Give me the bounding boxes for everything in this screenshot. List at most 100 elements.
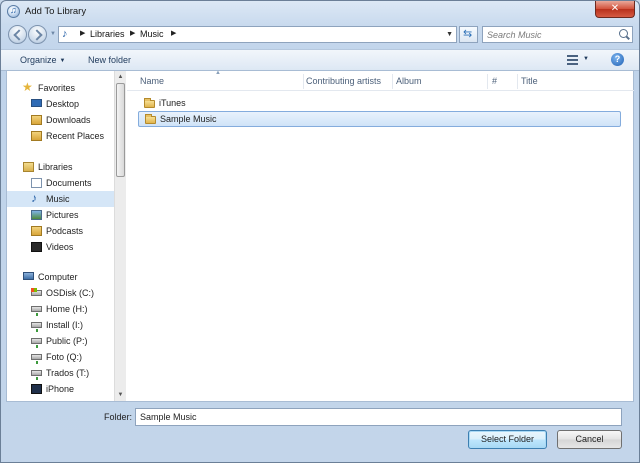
nav-drive-t-label: Trados (T:) [46, 368, 90, 378]
column-divider[interactable] [392, 74, 393, 89]
search-box[interactable] [482, 26, 633, 43]
breadcrumb-separator-icon[interactable]: ▶ [130, 29, 135, 37]
navigation-pane: Favorites Desktop Downloads Recent Place… [7, 71, 114, 401]
views-icon[interactable] [567, 55, 578, 65]
nav-documents-label: Documents [46, 178, 92, 188]
scrollbar-thumb[interactable] [116, 83, 125, 177]
nav-pictures[interactable]: Pictures [7, 207, 114, 223]
itunes-app-icon [7, 5, 20, 18]
nav-iphone[interactable]: iPhone [7, 381, 114, 397]
nav-computer[interactable]: Computer [7, 269, 114, 285]
nav-drive-t[interactable]: Trados (T:) [7, 365, 114, 381]
nav-pictures-label: Pictures [46, 210, 79, 220]
nav-iphone-label: iPhone [46, 384, 75, 394]
nav-podcasts-label: Podcasts [46, 226, 84, 236]
network-drive-icon [31, 322, 42, 332]
search-input[interactable] [487, 28, 612, 41]
column-divider[interactable] [303, 74, 304, 89]
nav-drive-i-label: Install (I:) [46, 320, 84, 330]
address-bar[interactable]: ♪ ▶ Libraries ▶ Music ▶ ▼ [58, 26, 457, 43]
folder-icon [145, 114, 156, 124]
select-folder-button[interactable]: Select Folder [468, 430, 547, 449]
music-icon [31, 191, 42, 205]
nav-downloads[interactable]: Downloads [7, 112, 114, 128]
nav-videos[interactable]: Videos [7, 239, 114, 255]
folder-name-input[interactable] [135, 408, 622, 426]
scroll-down-icon[interactable]: ▼ [115, 389, 126, 401]
history-dropdown-icon[interactable]: ▼ [50, 31, 56, 37]
column-contributing-artists[interactable]: Contributing artists [306, 76, 381, 86]
close-button[interactable]: ✕ [595, 1, 635, 18]
nav-favorites-label: Favorites [38, 83, 76, 93]
file-row-sample-music[interactable]: Sample Music [138, 111, 621, 127]
nav-desktop[interactable]: Desktop [7, 96, 114, 112]
documents-icon [31, 178, 42, 188]
column-title[interactable]: Title [521, 76, 538, 86]
nav-favorites[interactable]: Favorites [7, 80, 114, 96]
favorites-star-icon [22, 80, 34, 94]
nav-drive-c-label: OSDisk (C:) [46, 288, 94, 298]
downloads-folder-icon [31, 115, 42, 125]
network-drive-icon [31, 370, 42, 380]
file-name: Sample Music [160, 114, 217, 124]
nav-drive-p-label: Public (P:) [46, 336, 88, 346]
nav-music-label: Music [46, 194, 70, 204]
folder-icon [144, 98, 155, 108]
column-album[interactable]: Album [396, 76, 422, 86]
breadcrumb-music[interactable]: Music [140, 29, 164, 39]
breadcrumb-libraries[interactable]: Libraries [90, 29, 125, 39]
nav-desktop-label: Desktop [46, 99, 80, 109]
forward-button[interactable] [28, 25, 47, 44]
videos-icon [31, 242, 42, 252]
iphone-icon [31, 384, 42, 394]
nav-drive-p[interactable]: Public (P:) [7, 333, 114, 349]
file-list-pane: ▲ Name Contributing artists Album # Titl… [127, 70, 634, 401]
nav-libraries[interactable]: Libraries [7, 159, 114, 175]
desktop-icon [31, 99, 42, 107]
file-row-itunes[interactable]: iTunes [138, 96, 621, 112]
title-bar[interactable]: Add To Library ✕ [1, 1, 639, 23]
content-area: Favorites Desktop Downloads Recent Place… [6, 70, 634, 402]
column-name[interactable]: Name [140, 76, 164, 86]
nav-drive-i[interactable]: Install (I:) [7, 317, 114, 333]
pictures-icon [31, 210, 42, 220]
search-icon[interactable] [619, 29, 628, 38]
nav-drive-q-label: Foto (Q:) [46, 352, 83, 362]
refresh-button[interactable] [459, 26, 478, 43]
cancel-button[interactable]: Cancel [557, 430, 622, 449]
nav-podcasts[interactable]: Podcasts [7, 223, 114, 239]
new-folder-button[interactable]: New folder [88, 55, 131, 65]
breadcrumb-separator-icon[interactable]: ▶ [171, 29, 176, 37]
libraries-icon [23, 162, 34, 172]
nav-recent-places[interactable]: Recent Places [7, 128, 114, 144]
nav-libraries-label: Libraries [38, 162, 73, 172]
nav-computer-label: Computer [38, 272, 78, 282]
network-drive-icon [31, 354, 42, 364]
breadcrumb-separator-icon[interactable]: ▶ [80, 29, 85, 37]
nav-downloads-label: Downloads [46, 115, 91, 125]
sort-ascending-icon: ▲ [215, 70, 221, 76]
nav-documents[interactable]: Documents [7, 175, 114, 191]
chevron-down-icon: ▼ [59, 58, 66, 64]
column-track-number[interactable]: # [492, 76, 497, 86]
system-drive-icon [31, 288, 42, 296]
column-divider[interactable] [517, 74, 518, 89]
music-library-icon: ♪ [62, 28, 68, 40]
nav-music[interactable]: Music [7, 191, 114, 207]
nav-recent-places-label: Recent Places [46, 131, 105, 141]
help-icon[interactable]: ? [611, 53, 624, 66]
navigation-scrollbar[interactable]: ▲ ▼ [114, 71, 126, 401]
network-drive-icon [31, 306, 42, 316]
nav-drive-q[interactable]: Foto (Q:) [7, 349, 114, 365]
address-dropdown-icon[interactable]: ▼ [446, 31, 453, 38]
podcasts-icon [31, 226, 42, 236]
command-toolbar: Organize ▼ New folder ▼ ? [1, 49, 639, 71]
views-dropdown-icon[interactable]: ▼ [583, 56, 589, 62]
add-to-library-dialog: Add To Library ✕ ▼ ♪ ▶ Libraries ▶ Music… [0, 0, 640, 463]
nav-drive-h[interactable]: Home (H:) [7, 301, 114, 317]
nav-drive-c[interactable]: OSDisk (C:) [7, 285, 114, 301]
scroll-up-icon[interactable]: ▲ [115, 71, 126, 83]
column-divider[interactable] [487, 74, 488, 89]
organize-menu[interactable]: Organize ▼ [20, 55, 65, 65]
back-button[interactable] [8, 25, 27, 44]
